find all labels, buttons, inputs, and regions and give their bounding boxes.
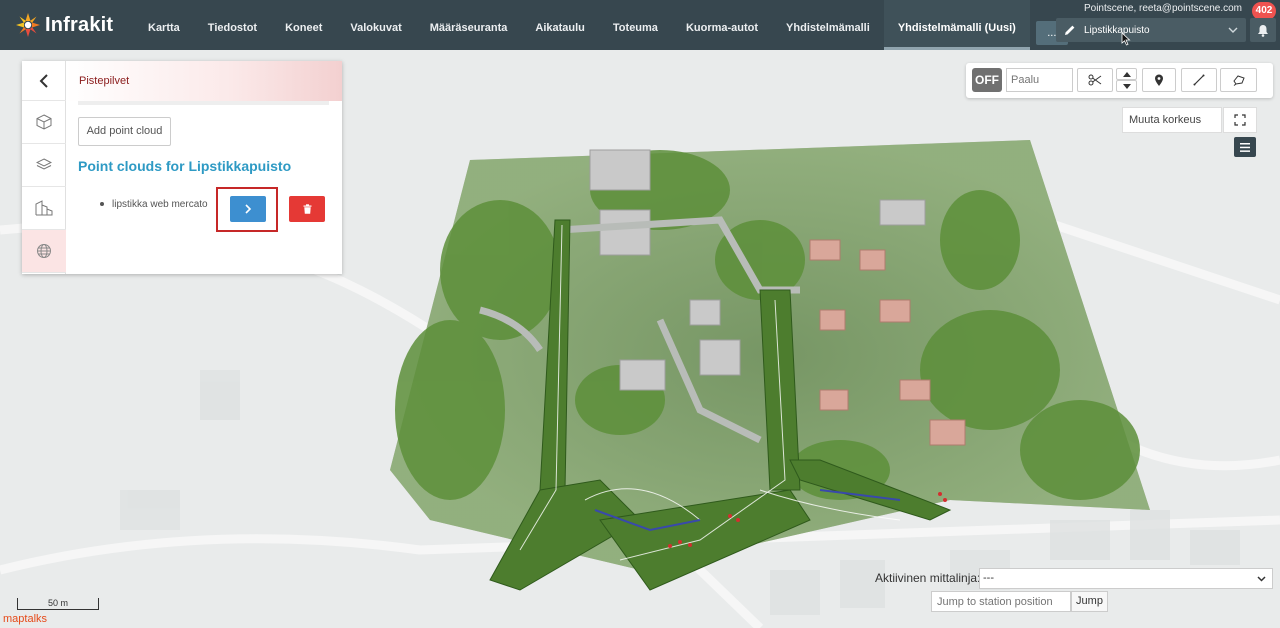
chevron-left-icon — [39, 73, 48, 88]
measure-area-button[interactable] — [1220, 68, 1257, 92]
active-line-select[interactable]: --- — [979, 568, 1273, 589]
fullscreen-button[interactable] — [1223, 107, 1257, 133]
paalu-input[interactable] — [1006, 68, 1073, 92]
scissors-icon — [1088, 74, 1102, 86]
nav-tab[interactable]: Toteuma — [599, 0, 672, 50]
measure-line-button[interactable] — [1181, 68, 1217, 92]
infrakit-logo-icon — [16, 13, 40, 37]
jump-button[interactable]: Jump — [1071, 591, 1108, 612]
change-height-field[interactable]: Muuta korkeus — [1122, 107, 1222, 133]
scale-bar: 50 m — [17, 598, 99, 610]
ruler-icon — [1193, 74, 1205, 86]
bell-icon — [1258, 24, 1268, 37]
nav-tab[interactable]: Tiedostot — [194, 0, 271, 50]
add-point-cloud-button[interactable]: Add point cloud — [78, 117, 171, 146]
globe-icon — [37, 244, 51, 258]
tab-point-clouds[interactable] — [22, 230, 66, 273]
user-info: Pointscene, reeta@pointscene.com — [1083, 3, 1242, 14]
panel-tabs — [22, 61, 66, 274]
point-clouds-heading: Point clouds for Lipstikkapuisto — [78, 158, 292, 174]
tab-3d-model[interactable] — [22, 101, 66, 144]
nav-tab[interactable]: Valokuvat — [336, 0, 415, 50]
lower-button[interactable] — [1116, 80, 1137, 92]
notifications-button[interactable] — [1250, 18, 1276, 42]
divider — [78, 101, 329, 105]
brand[interactable]: Infrakit — [0, 0, 134, 50]
nav-tab[interactable]: Määräseuranta — [416, 0, 522, 50]
station-position-input[interactable] — [931, 591, 1071, 612]
map-pin-icon — [1155, 74, 1163, 86]
location-button[interactable] — [1142, 68, 1176, 92]
brand-name: Infrakit — [45, 13, 114, 36]
raise-button[interactable] — [1116, 68, 1137, 80]
bullet — [100, 202, 104, 207]
nav-tab[interactable]: Yhdistelmämalli (Uusi) — [883, 0, 1030, 50]
point-cloud-name: lipstikka web mercato — [112, 199, 208, 210]
project-selector[interactable]: Lipstikkapuisto — [1056, 18, 1246, 42]
panel-title: Pistepilvet — [66, 61, 342, 101]
back-button[interactable] — [22, 61, 66, 101]
toggle-off-button[interactable]: OFF — [972, 68, 1002, 92]
tab-buildings[interactable] — [22, 187, 66, 230]
tab-layers[interactable] — [22, 144, 66, 187]
nav-tab[interactable]: Kuorma-autot — [672, 0, 772, 50]
nav-tab[interactable]: Yhdistelmämalli — [772, 0, 884, 50]
polygon-icon — [1232, 75, 1245, 86]
active-line-label: Aktiivinen mittalinja: — [875, 571, 981, 585]
layers-icon — [36, 158, 52, 170]
chevron-down-icon — [1257, 576, 1266, 582]
chevron-down-icon — [1228, 27, 1238, 33]
buildings-icon — [35, 200, 53, 216]
nav-tab[interactable]: Kartta — [134, 0, 194, 50]
nav-tab[interactable]: Aikataulu — [521, 0, 599, 50]
annotation-highlight-box — [216, 187, 278, 232]
pencil-icon — [1065, 25, 1075, 35]
mouse-cursor-icon — [1121, 32, 1131, 46]
active-line-value: --- — [983, 572, 994, 584]
cube-icon — [36, 114, 52, 130]
cut-button[interactable] — [1077, 68, 1113, 92]
nav-tabs: Kartta Tiedostot Koneet Valokuvat Määräseura… — [134, 0, 1030, 50]
menu-button[interactable] — [1234, 137, 1256, 157]
hamburger-icon — [1240, 142, 1250, 152]
map-toolbar: OFF — [966, 63, 1273, 98]
arrow-up-icon — [1122, 71, 1131, 77]
map-attribution[interactable]: maptalks — [3, 613, 47, 625]
delete-point-cloud-button[interactable] — [289, 196, 325, 222]
project-name: Lipstikkapuisto — [1084, 24, 1150, 36]
list-item: lipstikka web mercato — [100, 199, 208, 210]
arrow-down-icon — [1122, 83, 1131, 89]
nav-tab[interactable]: Koneet — [271, 0, 336, 50]
trash-icon — [303, 204, 311, 214]
fullscreen-icon — [1234, 114, 1246, 126]
